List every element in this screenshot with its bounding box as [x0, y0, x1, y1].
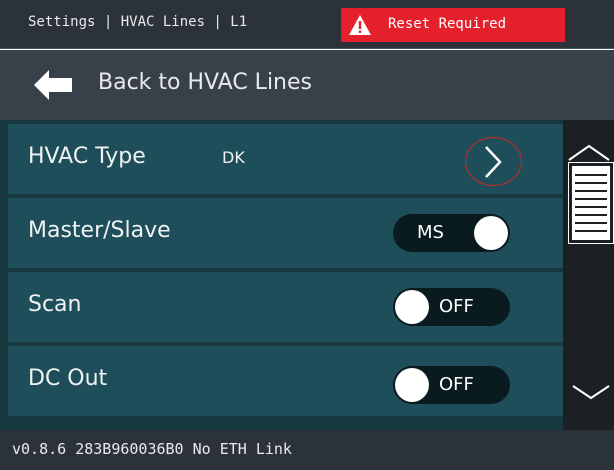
toggle-knob	[395, 368, 429, 402]
thumb-grip-line	[575, 206, 607, 208]
toggle-knob	[395, 290, 429, 324]
toggle-text: OFF	[439, 374, 474, 395]
setting-label: Scan	[28, 292, 82, 317]
setting-label: Master/Slave	[28, 218, 171, 243]
toggle-knob	[474, 216, 508, 250]
arrow-left-icon	[34, 70, 72, 100]
setting-row-hvac-type[interactable]: HVAC Type DK	[8, 124, 563, 194]
scroll-thumb[interactable]	[568, 162, 614, 244]
master-slave-toggle[interactable]: MS	[393, 214, 510, 252]
settings-list: HVAC Type DK Master/Slave MS Scan OFF DC…	[0, 120, 563, 430]
setting-row-dc-out: DC Out OFF	[8, 346, 563, 416]
setting-row-master-slave: Master/Slave MS	[8, 198, 563, 268]
setting-row-scan: Scan OFF	[8, 272, 563, 342]
scan-toggle[interactable]: OFF	[393, 288, 510, 326]
setting-label: DC Out	[28, 366, 108, 391]
toggle-text: OFF	[439, 296, 474, 317]
reset-required-alert[interactable]: Reset Required	[341, 8, 565, 42]
version-status: v0.8.6 283B960036B0 No ETH Link	[12, 440, 292, 458]
thumb-grip-line	[575, 198, 607, 200]
thumb-grip-line	[575, 182, 607, 184]
thumb-grip-line	[575, 214, 607, 216]
status-footer: v0.8.6 283B960036B0 No ETH Link	[0, 430, 614, 470]
chevron-up-icon[interactable]	[567, 140, 611, 164]
warning-triangle-icon	[349, 15, 371, 35]
breadcrumb: Settings | HVAC Lines | L1	[28, 14, 248, 30]
toggle-text: MS	[417, 222, 444, 243]
setting-value: DK	[222, 148, 245, 167]
hvac-type-open-button[interactable]	[465, 137, 522, 186]
chevron-down-icon[interactable]	[571, 380, 611, 404]
setting-label: HVAC Type	[28, 144, 146, 169]
thumb-grip-line	[575, 174, 607, 176]
back-button[interactable]: Back to HVAC Lines	[0, 50, 614, 120]
dc-out-toggle[interactable]: OFF	[393, 366, 510, 404]
thumb-grip-line	[575, 190, 607, 192]
top-bar: Settings | HVAC Lines | L1 Reset Require…	[0, 0, 614, 49]
scrollbar[interactable]	[563, 120, 614, 430]
alert-label: Reset Required	[388, 16, 507, 32]
back-label: Back to HVAC Lines	[98, 70, 312, 95]
chevron-right-icon	[485, 146, 502, 178]
thumb-grip-line	[575, 230, 607, 232]
thumb-grip-line	[575, 222, 607, 224]
